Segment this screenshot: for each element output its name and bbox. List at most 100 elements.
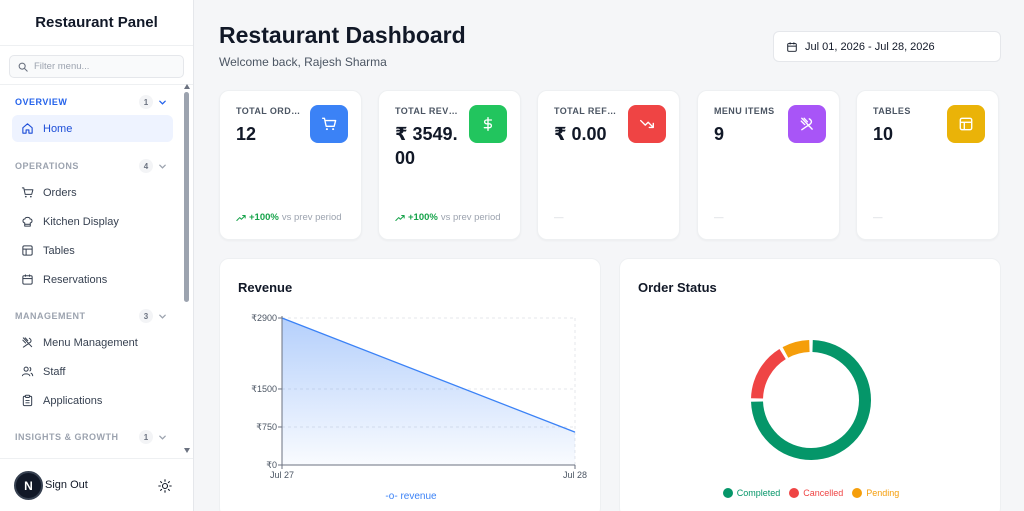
section-label: MANAGEMENT (15, 311, 86, 321)
filter-menu-input[interactable] (34, 61, 174, 72)
legend-label: Completed (736, 488, 781, 498)
sidebar-item-label: Staff (43, 365, 66, 378)
sidebar-divider (0, 84, 193, 85)
trending-up-icon (395, 214, 405, 221)
stat-icon-badge (310, 105, 348, 143)
trend-text: vs prev period (281, 212, 342, 223)
main-content: Restaurant Dashboard Welcome back, Rajes… (195, 0, 1024, 511)
stat-value: 9 (714, 124, 725, 144)
stat-value: ₹ 3549.00 (395, 124, 458, 168)
calendar-icon (22, 274, 33, 285)
chef-hat-icon (22, 216, 33, 227)
legend-dot (789, 488, 800, 498)
section-label: INSIGHTS & GROWTH (15, 432, 119, 442)
sidebar-item-applications[interactable]: Applications (12, 387, 173, 414)
page-title: Restaurant Dashboard (219, 22, 466, 48)
stat-card-total-revenue: TOTAL REVENUE ₹ 3549.00 +100% vs prev pe… (378, 90, 521, 240)
sidebar: Restaurant Panel OVERVIEW 1 Home OPERATI… (0, 0, 194, 511)
section-count: 3 (139, 309, 153, 323)
stat-label: TOTAL ORDERS (236, 106, 302, 116)
revenue-area (282, 318, 575, 465)
scroll-up-arrow-icon[interactable] (184, 84, 190, 89)
date-range-label: Jul 01, 2026 - Jul 28, 2026 (805, 40, 935, 53)
revenue-chart-panel: Revenue ₹2900 ₹1500 ₹750 ₹0 Jul 27 Jul 28 -o-… (219, 258, 601, 511)
legend-item-completed: Completed (722, 488, 781, 498)
date-range-picker[interactable]: Jul 01, 2026 - Jul 28, 2026 (773, 31, 1001, 62)
order-status-panel: Order Status Completed Cancelled Pending (619, 258, 1001, 511)
chevron-down-icon (159, 164, 166, 169)
stat-icon-badge (628, 105, 666, 143)
table-icon (22, 245, 33, 256)
stat-value: 12 (236, 124, 257, 144)
section-insights-growth[interactable]: INSIGHTS & GROWTH 1 (15, 430, 167, 444)
sidebar-scrollbar[interactable] (184, 92, 189, 302)
sidebar-title: Restaurant Panel (0, 0, 193, 46)
section-management[interactable]: MANAGEMENT 3 (15, 309, 167, 323)
trending-up-icon (236, 214, 246, 221)
section-count: 4 (139, 159, 153, 173)
legend-series-name: revenue (400, 491, 437, 502)
sign-out-button[interactable]: Sign Out (45, 479, 88, 491)
section-label: OPERATIONS (15, 161, 79, 171)
order-status-donut-chart (751, 340, 871, 460)
trending-down-icon (640, 119, 654, 129)
sidebar-item-label: Kitchen Display (43, 215, 119, 228)
sidebar-item-tables[interactable]: Tables (12, 237, 173, 264)
section-count: 1 (139, 95, 153, 109)
stat-card-tables: TABLES 10 — (856, 90, 999, 240)
sidebar-item-reservations[interactable]: Reservations (12, 266, 173, 293)
section-operations[interactable]: OPERATIONS 4 (15, 159, 167, 173)
sun-icon[interactable] (158, 479, 172, 493)
donut-slice-cancelled (751, 348, 786, 399)
chevron-down-icon (159, 100, 166, 105)
stat-label: TABLES (873, 106, 911, 116)
order-status-legend: Completed Cancelled Pending (620, 488, 1002, 498)
legend-item-cancelled: Cancelled (789, 488, 843, 498)
x-tick-label: Jul 27 (270, 470, 294, 480)
stat-trend: +100% vs prev period (395, 212, 501, 223)
sidebar-item-staff[interactable]: Staff (12, 358, 173, 385)
legend-line-marker-icon: -o- (385, 491, 398, 502)
trend-percent: +100% (249, 212, 279, 223)
cart-icon (322, 117, 337, 131)
scroll-down-arrow-icon[interactable] (184, 448, 190, 453)
revenue-legend: -o- revenue (220, 491, 602, 502)
dollar-icon (483, 117, 493, 131)
filter-menu-search[interactable] (9, 55, 184, 78)
welcome-subtitle: Welcome back, Rajesh Sharma (219, 55, 387, 69)
sidebar-item-menu-management[interactable]: Menu Management (12, 329, 173, 356)
calendar-icon (787, 41, 797, 52)
trend-text: vs prev period (440, 212, 501, 223)
table-icon (959, 117, 973, 131)
legend-dot (722, 488, 733, 498)
sidebar-item-label: Home (43, 122, 73, 135)
sidebar-nav: OVERVIEW 1 Home OPERATIONS 4 Orders Kitc… (0, 88, 182, 458)
stat-card-total-refunds: TOTAL REFUNDS ₹ 0.00 — (537, 90, 680, 240)
sidebar-item-kitchen-display[interactable]: Kitchen Display (12, 208, 173, 235)
legend-dot (852, 488, 863, 498)
stat-value: ₹ 0.00 (554, 124, 607, 144)
home-icon (22, 123, 33, 134)
utensils-icon (800, 117, 813, 131)
section-label: OVERVIEW (15, 97, 68, 107)
cart-icon (21, 187, 34, 198)
stat-trend: +100% vs prev period (236, 212, 342, 223)
section-count: 1 (139, 430, 153, 444)
sidebar-item-orders[interactable]: Orders (12, 179, 173, 206)
search-icon (18, 62, 28, 72)
legend-label: Cancelled (803, 488, 844, 498)
utensils-icon (22, 337, 33, 348)
x-tick-label: Jul 28 (563, 470, 587, 480)
stat-label: TOTAL REVENUE (395, 106, 461, 116)
section-overview[interactable]: OVERVIEW 1 (15, 95, 167, 109)
y-tick-label: ₹0 (266, 460, 277, 470)
legend-item-pending: Pending (852, 488, 899, 498)
avatar[interactable]: N (14, 471, 43, 500)
sidebar-item-home[interactable]: Home (12, 115, 173, 142)
revenue-chart: ₹2900 ₹1500 ₹750 ₹0Jul 27 Jul 28 (251, 313, 587, 480)
chevron-down-icon (159, 314, 166, 319)
stat-label: TOTAL REFUNDS (554, 106, 620, 116)
sidebar-item-label: Tables (43, 244, 75, 257)
sidebar-item-label: Reservations (43, 273, 108, 286)
stat-value: 10 (873, 124, 894, 144)
